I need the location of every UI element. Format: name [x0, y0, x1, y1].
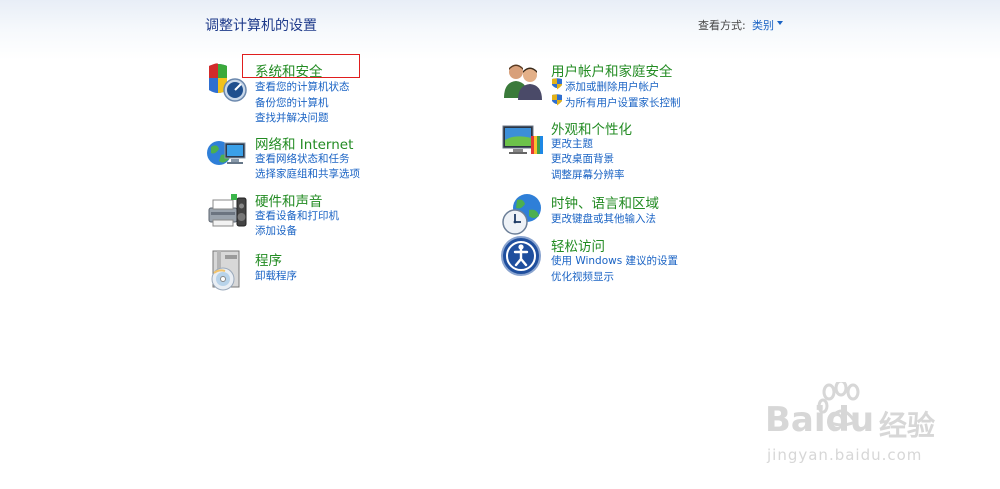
link-devices-printers[interactable]: 查看设备和打印机 [255, 208, 339, 223]
link-change-keyboard-input[interactable]: 更改键盘或其他输入法 [551, 211, 656, 226]
category-title-user-accounts[interactable]: 用户帐户和家庭安全 [551, 60, 673, 80]
user-accounts-icon[interactable] [501, 60, 545, 104]
link-change-desktop-background[interactable]: 更改桌面背景 [551, 151, 614, 166]
link-uninstall-program[interactable]: 卸载程序 [255, 268, 297, 283]
baidu-jingyan-watermark: Baidu 经验 jingyan.baidu.com [755, 382, 955, 472]
uac-shield-icon [552, 78, 562, 90]
category-title-clock-language-region[interactable]: 时钟、语言和区域 [551, 192, 659, 212]
page-title: 调整计算机的设置 [205, 18, 317, 34]
appearance-icon[interactable] [501, 118, 545, 162]
uac-shield-icon [552, 94, 562, 106]
view-by-label: 查看方式: [698, 19, 746, 32]
watermark-url: jingyan.baidu.com [767, 446, 923, 464]
link-adjust-resolution[interactable]: 调整屏幕分辨率 [551, 167, 625, 182]
clock-language-icon[interactable] [501, 192, 545, 236]
link-homegroup-sharing[interactable]: 选择家庭组和共享选项 [255, 166, 360, 181]
link-add-device[interactable]: 添加设备 [255, 223, 297, 238]
category-title-network-internet[interactable]: 网络和 Internet [255, 133, 353, 153]
link-optimize-visual-display[interactable]: 优化视频显示 [551, 269, 614, 284]
link-view-computer-status[interactable]: 查看您的计算机状态 [255, 79, 350, 94]
hardware-sound-icon[interactable] [205, 190, 249, 234]
watermark-brand-cn: 经验 [879, 409, 936, 442]
link-backup-computer[interactable]: 备份您的计算机 [255, 95, 329, 110]
network-internet-icon[interactable] [205, 133, 249, 177]
category-title-hardware-sound[interactable]: 硬件和声音 [255, 190, 323, 210]
link-add-remove-accounts[interactable]: 添加或删除用户帐户 [565, 79, 660, 94]
category-title-programs[interactable]: 程序 [255, 249, 282, 269]
category-title-ease-of-access[interactable]: 轻松访问 [551, 235, 605, 255]
ease-of-access-icon[interactable] [501, 235, 545, 279]
chevron-down-icon[interactable] [777, 21, 783, 25]
annotation-highlight-box [242, 54, 360, 78]
link-troubleshoot[interactable]: 查找并解决问题 [255, 110, 329, 125]
watermark-brand: Baidu [765, 400, 875, 440]
category-title-appearance[interactable]: 外观和个性化 [551, 118, 632, 138]
view-by-dropdown[interactable]: 类别 [752, 17, 774, 33]
programs-icon[interactable] [205, 249, 249, 293]
link-windows-suggested-settings[interactable]: 使用 Windows 建议的设置 [551, 253, 678, 268]
link-change-theme[interactable]: 更改主题 [551, 136, 593, 151]
link-network-status[interactable]: 查看网络状态和任务 [255, 151, 350, 166]
link-parental-controls[interactable]: 为所有用户设置家长控制 [565, 95, 681, 110]
